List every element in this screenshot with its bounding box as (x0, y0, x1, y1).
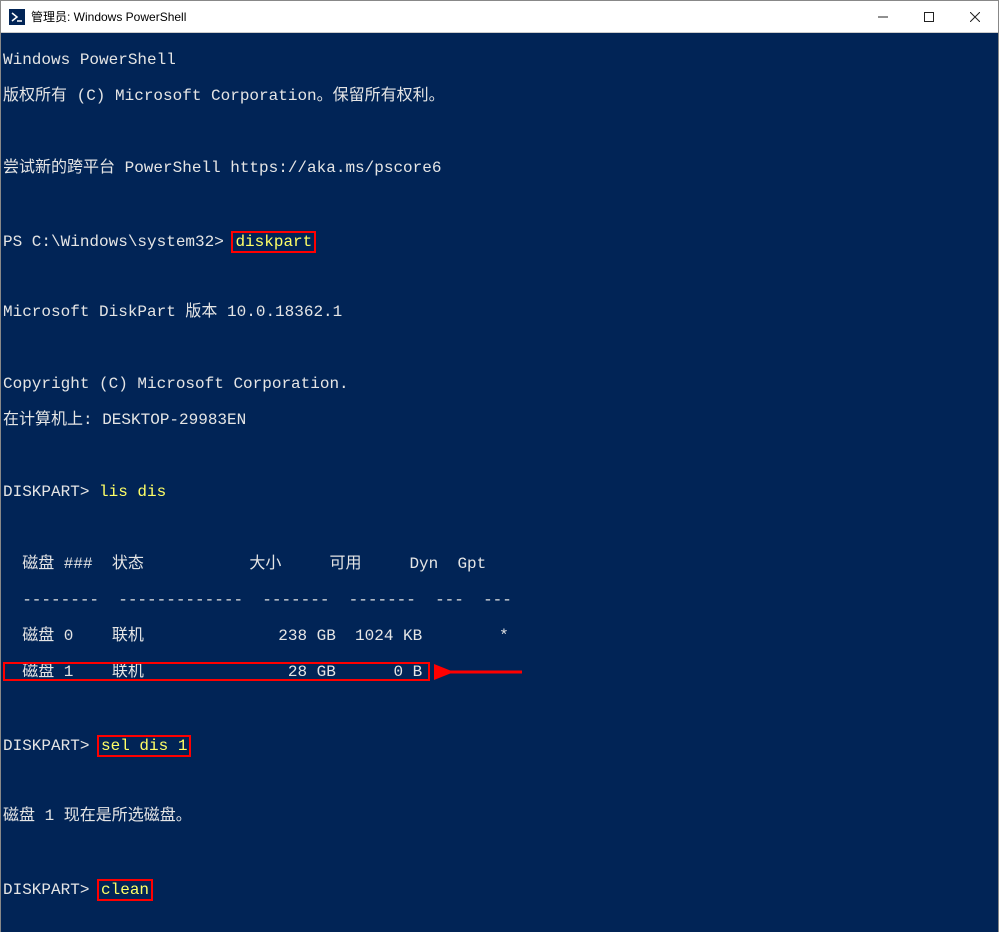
text-line: 磁盘 1 现在是所选磁盘。 (3, 807, 998, 825)
text-line: Windows PowerShell (3, 51, 998, 69)
diskpart-prompt: DISKPART> (3, 737, 99, 755)
cmd-lisdis: lis dis (99, 483, 166, 501)
powershell-window: 管理员: Windows PowerShell Windows PowerShe… (0, 0, 999, 932)
window-title: 管理员: Windows PowerShell (31, 8, 186, 25)
prompt-path: PS C:\Windows\system32> (3, 233, 233, 251)
cmd-diskpart: diskpart (235, 233, 312, 251)
text-line: Microsoft DiskPart 版本 10.0.18362.1 (3, 303, 998, 321)
text-line: 版权所有 (C) Microsoft Corporation。保留所有权利。 (3, 87, 998, 105)
prompt-line: PS C:\Windows\system32> diskpart (3, 231, 998, 249)
text-line: Copyright (C) Microsoft Corporation. (3, 375, 998, 393)
table-header: 磁盘 ### 状态 大小 可用 Dyn Gpt (3, 555, 998, 573)
terminal-output[interactable]: Windows PowerShell 版权所有 (C) Microsoft Co… (1, 33, 998, 932)
text-line: 在计算机上: DESKTOP-29983EN (3, 411, 998, 429)
maximize-button[interactable] (906, 1, 952, 33)
table-row: 磁盘 0 联机 238 GB 1024 KB * (3, 627, 998, 645)
prompt-line: DISKPART> lis dis (3, 483, 998, 501)
titlebar[interactable]: 管理员: Windows PowerShell (1, 1, 998, 33)
highlight-box-diskpart: diskpart (231, 231, 316, 253)
highlight-box-seldis: sel dis 1 (97, 735, 191, 757)
minimize-button[interactable] (860, 1, 906, 33)
table-divider: -------- ------------- ------- ------- -… (3, 591, 998, 609)
text-line: 尝试新的跨平台 PowerShell https://aka.ms/pscore… (3, 159, 998, 177)
prompt-line: DISKPART> sel dis 1 (3, 735, 998, 753)
diskpart-prompt: DISKPART> (3, 483, 99, 501)
diskpart-prompt: DISKPART> (3, 881, 99, 899)
powershell-icon (9, 9, 25, 25)
table-row: 磁盘 1 联机 28 GB 0 B (3, 663, 998, 681)
highlight-box-clean: clean (97, 879, 153, 901)
cmd-clean: clean (101, 881, 149, 899)
prompt-line: DISKPART> clean (3, 879, 998, 897)
close-button[interactable] (952, 1, 998, 33)
cmd-seldis1: sel dis 1 (101, 737, 187, 755)
